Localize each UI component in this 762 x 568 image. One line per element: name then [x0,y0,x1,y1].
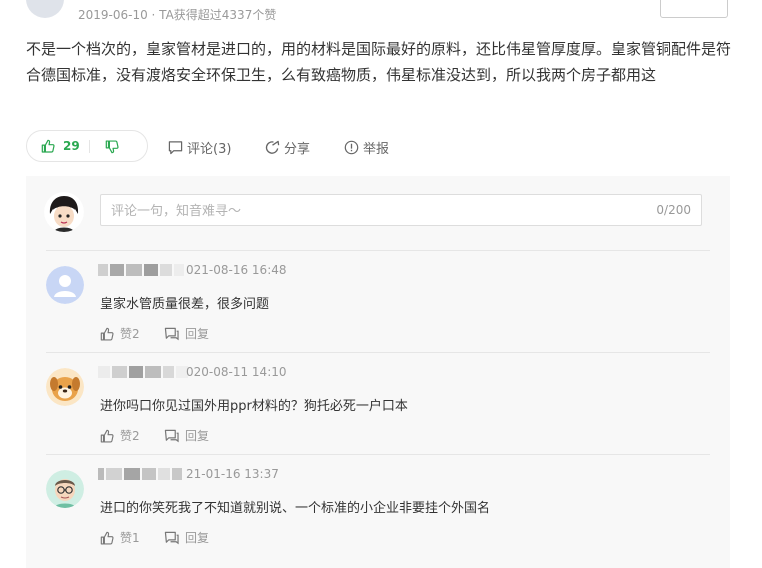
comment-label: 评论(3) [187,142,232,157]
reply-icon [164,429,179,442]
answer-text: 不是一个档次的，皇家管材是进口的，用的材料是国际最好的原料，还比伟星管厚度厚。皇… [26,40,732,84]
like-button[interactable]: 赞2 [100,325,140,342]
avatar[interactable] [26,0,64,18]
reply-icon [164,327,179,340]
like-button[interactable]: 29 [41,139,80,153]
like-count: 29 [63,139,80,153]
dislike-button[interactable] [105,139,119,158]
comment-input[interactable] [109,201,633,221]
reply-button[interactable]: 回复 [164,325,209,342]
blurred-username[interactable] [98,264,188,276]
comment-text: 进你吗口你见过国外用ppr材料的？狗托必死一户口本 [100,399,408,414]
thumbs-up-icon [100,531,114,545]
answer-meta: 2019-06-10 · TA获得超过4337个赞 [78,8,277,22]
thumbs-up-icon [100,327,114,341]
like-button[interactable]: 赞1 [100,529,140,546]
avatar[interactable] [46,470,84,508]
share-label: 分享 [284,142,311,157]
reply-label: 回复 [185,327,210,341]
share-icon [265,140,280,154]
reply-label: 回复 [185,531,210,545]
current-user-avatar [44,192,84,232]
comment-time: 21-01-16 13:37 [186,467,279,481]
like-label: 赞2 [120,429,140,443]
comment-icon [168,141,183,155]
report-label: 举报 [363,142,390,157]
comment-text: 皇家水管质量很差，很多问题 [100,297,270,312]
comment-time: 021-08-16 16:48 [186,263,287,277]
comment-item: 020-08-11 14:10 进你吗口你见过国外用ppr材料的？狗托必死一户口… [26,353,730,453]
previous-answer-header: 2019-06-10 · TA获得超过4337个赞 [0,0,762,22]
thumbs-down-icon [105,140,119,154]
comment-item: 021-08-16 16:48 皇家水管质量很差，很多问题 赞2 回复 [26,251,730,351]
answer-actions: 29 评论(3) 分享 举报 [26,130,738,164]
warning-icon [344,140,359,155]
comment-button[interactable]: 评论(3) [168,138,231,157]
like-label: 赞2 [120,327,140,341]
comment-input-box: 0/200 [100,194,702,226]
thumbs-up-icon [100,429,114,443]
blurred-username[interactable] [98,366,188,378]
vote-pill: 29 [26,130,148,162]
comment-text: 进口的你笑死我了不知道就别说、一个标准的小企业非要挂个外国名 [100,501,491,516]
comment-item: 21-01-16 13:37 进口的你笑死我了不知道就别说、一个标准的小企业非要… [26,455,730,555]
reply-button[interactable]: 回复 [164,529,209,546]
comment-panel: 0/200 021-08-16 16:48 皇家水管质量很差，很多问题 赞2 回… [26,176,730,568]
like-button[interactable]: 赞2 [100,427,140,444]
vote-divider [89,140,90,153]
report-button[interactable]: 举报 [344,138,389,157]
reply-label: 回复 [185,429,210,443]
follow-button[interactable] [660,0,728,18]
share-button[interactable]: 分享 [265,138,310,157]
avatar[interactable] [46,368,84,406]
char-counter: 0/200 [656,203,691,217]
avatar[interactable] [46,266,84,304]
blurred-username[interactable] [98,468,188,480]
thumbs-up-icon [41,139,55,153]
comment-time: 020-08-11 14:10 [186,365,287,379]
like-label: 赞1 [120,531,140,545]
reply-button[interactable]: 回复 [164,427,209,444]
reply-icon [164,531,179,544]
